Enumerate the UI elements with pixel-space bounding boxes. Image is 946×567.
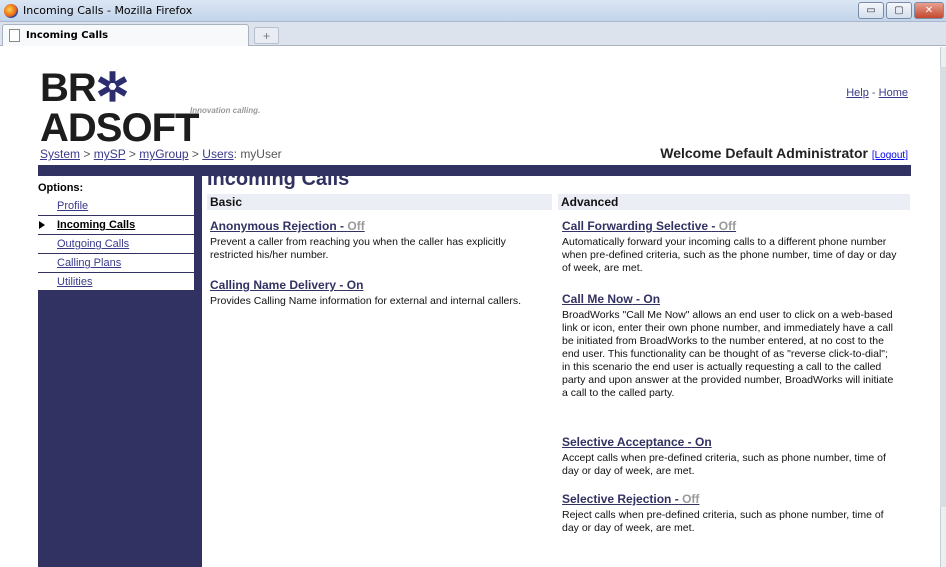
logo-text-pre: BR — [40, 66, 97, 110]
breadcrumb: System > mySP > myGroup > Users: myUser — [40, 147, 282, 161]
broadsoft-logo: BR✲ADSOFT Innovation calling. — [40, 66, 280, 148]
feature-link[interactable]: Selective Rejection - Off — [562, 492, 699, 506]
current-arrow-icon — [39, 221, 45, 229]
feature-description: Prevent a caller from reaching you when … — [210, 236, 506, 261]
close-button[interactable]: ✕ — [914, 2, 944, 19]
breadcrumb-system[interactable]: System — [40, 147, 80, 161]
window-controls: ▭ ▢ ✕ — [858, 2, 944, 19]
window-title: Incoming Calls - Mozilla Firefox — [23, 4, 193, 17]
basic-heading: Basic — [207, 194, 552, 210]
page-icon — [9, 29, 20, 42]
welcome-text: Welcome Default Administrator — [660, 145, 868, 161]
help-link[interactable]: Help — [846, 87, 869, 99]
welcome-banner: Welcome Default Administrator [Logout] — [660, 145, 908, 161]
sidebar-item-utilities[interactable]: Utilities — [38, 273, 194, 291]
feature-link[interactable]: Call Me Now - On — [562, 292, 660, 306]
sidebar-item-label[interactable]: Profile — [57, 200, 88, 212]
feature-selective-rejection: Selective Rejection - Off Reject calls w… — [562, 492, 897, 535]
options-menu: Options: Profile Incoming Calls Outgoing… — [38, 176, 194, 291]
feature-anonymous-rejection: Anonymous Rejection - Off Prevent a call… — [210, 219, 545, 262]
feature-selective-acceptance: Selective Acceptance - On Accept calls w… — [562, 435, 897, 478]
status-on: On — [643, 292, 661, 306]
page-title: Incoming Calls — [207, 168, 350, 190]
breadcrumb-user: myUser — [240, 147, 282, 161]
logo-tagline: Innovation calling. — [190, 106, 261, 115]
feature-link[interactable]: Selective Acceptance - On — [562, 435, 712, 449]
minimize-button[interactable]: ▭ — [858, 2, 884, 19]
logo-star-icon: ✲ — [95, 66, 130, 110]
new-tab-button[interactable]: + — [254, 27, 279, 44]
feature-calling-name-delivery: Calling Name Delivery - On Provides Call… — [210, 278, 545, 308]
options-title: Options: — [38, 182, 84, 194]
status-off: Off — [682, 492, 700, 506]
status-on: On — [346, 278, 364, 292]
feature-description: BroadWorks "Call Me Now" allows an end u… — [562, 309, 894, 399]
feature-description: Reject calls when pre-defined criteria, … — [562, 509, 884, 534]
breadcrumb-users[interactable]: Users — [202, 147, 233, 161]
feature-call-forwarding-selective: Call Forwarding Selective - Off Automati… — [562, 219, 897, 275]
feature-description: Provides Calling Name information for ex… — [210, 295, 522, 307]
advanced-heading: Advanced — [558, 194, 910, 210]
sidebar-item-label[interactable]: Incoming Calls — [57, 219, 135, 231]
maximize-button[interactable]: ▢ — [886, 2, 912, 19]
header-divider — [38, 165, 911, 176]
breadcrumb-sp[interactable]: mySP — [94, 147, 126, 161]
sidebar-item-incoming-calls[interactable]: Incoming Calls — [38, 216, 194, 235]
status-off: Off — [718, 219, 737, 233]
sidebar-item-label[interactable]: Outgoing Calls — [57, 238, 129, 250]
feature-link[interactable]: Anonymous Rejection - Off — [210, 219, 365, 233]
logout-link[interactable]: [Logout] — [872, 150, 908, 161]
breadcrumb-separator: > — [83, 147, 91, 161]
breadcrumb-group[interactable]: myGroup — [139, 147, 188, 161]
home-link[interactable]: Home — [879, 87, 908, 99]
breadcrumb-colon: : — [233, 147, 237, 161]
feature-call-me-now: Call Me Now - On BroadWorks "Call Me Now… — [562, 292, 897, 400]
feature-link[interactable]: Calling Name Delivery - On — [210, 278, 363, 292]
logo-text-post: ADSOFT — [40, 106, 199, 150]
feature-description: Accept calls when pre-defined criteria, … — [562, 452, 886, 477]
tab-strip: Incoming Calls + — [0, 22, 946, 46]
sidebar: Options: Profile Incoming Calls Outgoing… — [38, 176, 202, 567]
tab-label: Incoming Calls — [26, 30, 109, 41]
top-links: Help - Home — [846, 87, 908, 99]
scrollbar-thumb[interactable] — [940, 67, 946, 507]
breadcrumb-separator: > — [191, 147, 199, 161]
breadcrumb-separator: > — [128, 147, 136, 161]
status-on: On — [694, 435, 712, 449]
top-link-separator: - — [871, 87, 876, 99]
firefox-icon — [4, 3, 18, 18]
sidebar-item-label[interactable]: Utilities — [57, 276, 92, 288]
status-off: Off — [347, 219, 365, 233]
sidebar-item-calling-plans[interactable]: Calling Plans — [38, 254, 194, 273]
vertical-scrollbar[interactable] — [940, 47, 946, 567]
window-titlebar: Incoming Calls - Mozilla Firefox ▭ ▢ ✕ — [0, 0, 946, 22]
sidebar-item-profile[interactable]: Profile — [38, 197, 194, 216]
sidebar-item-outgoing-calls[interactable]: Outgoing Calls — [38, 235, 194, 254]
sidebar-item-label[interactable]: Calling Plans — [57, 257, 121, 269]
tab-incoming-calls[interactable]: Incoming Calls — [2, 24, 249, 46]
feature-link[interactable]: Call Forwarding Selective - Off — [562, 219, 736, 233]
feature-description: Automatically forward your incoming call… — [562, 236, 897, 274]
